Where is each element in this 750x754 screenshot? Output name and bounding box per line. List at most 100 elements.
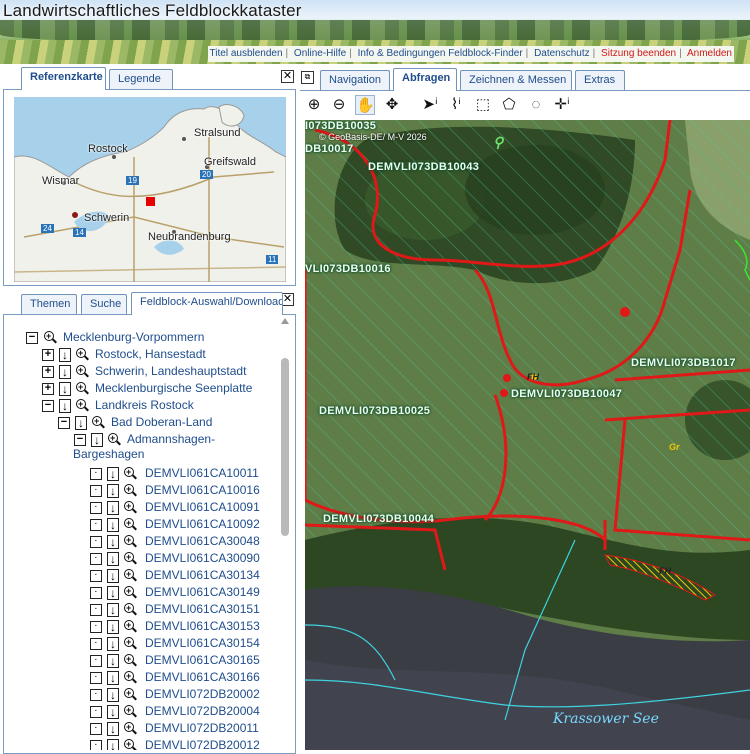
tree-leaf[interactable]: · ↓ DEMVLI061CA30154 [90, 635, 278, 653]
download-icon[interactable]: ↓ [107, 586, 119, 600]
tree-node[interactable]: + ↓ Mecklenburgische Seenplatte [42, 380, 278, 398]
download-icon[interactable]: ↓ [59, 348, 71, 362]
tree-leaf[interactable]: · ↓ DEMVLI072DB20004 [90, 703, 278, 721]
tree-leaf[interactable]: · ↓ DEMVLI061CA30166 [90, 669, 278, 687]
tree-scrollbar[interactable] [280, 318, 291, 750]
feldblock-id-link[interactable]: DEMVLI061CA30149 [145, 585, 260, 600]
scroll-up-icon[interactable] [281, 318, 289, 324]
feldblock-id-link[interactable]: DEMVLI061CA10091 [145, 500, 260, 515]
collapse-icon[interactable]: − [26, 332, 38, 344]
download-icon[interactable]: ↓ [107, 535, 119, 549]
link-online-help[interactable]: Online-Hilfe [294, 48, 346, 59]
tree-node-label[interactable]: Bad Doberan-Land [111, 415, 212, 430]
feldblock-id-link[interactable]: DEMVLI061CA30048 [145, 534, 260, 549]
download-icon[interactable]: ↓ [107, 603, 119, 617]
feldblock-id-link[interactable]: DEMVLI072DB20002 [145, 687, 260, 702]
zoom-to-icon[interactable] [123, 720, 137, 736]
tree-leaf[interactable]: · ↓ DEMVLI061CA30165 [90, 652, 278, 670]
tab-extras[interactable]: Extras [575, 70, 625, 90]
zoom-to-icon[interactable] [123, 686, 137, 702]
zoom-to-icon[interactable] [123, 703, 137, 719]
zoom-to-icon[interactable] [123, 482, 137, 498]
close-icon[interactable]: ✕ [281, 70, 294, 83]
expand-icon[interactable]: + [42, 383, 54, 395]
tree-leaf[interactable]: · ↓ DEMVLI061CA10016 [90, 482, 278, 500]
tree-node[interactable]: −↓ Bad Doberan-Land [58, 414, 278, 432]
link-info-terms[interactable]: Info & Bedingungen Feldblock-Finder [358, 48, 523, 59]
zoom-to-icon[interactable] [123, 584, 137, 600]
expand-icon[interactable]: + [42, 366, 54, 378]
tree-node-label[interactable]: Mecklenburg-Vorpommern [63, 330, 204, 345]
download-icon[interactable]: ↓ [59, 382, 71, 396]
zoom-to-icon[interactable] [123, 618, 137, 634]
download-icon[interactable]: ↓ [59, 399, 71, 413]
tree-leaf[interactable]: · ↓ DEMVLI061CA10011 [90, 465, 278, 483]
zoom-in-icon[interactable]: ⊕ [304, 95, 324, 115]
tree-leaf[interactable]: · ↓ DEMVLI061CA30134 [90, 567, 278, 585]
collapse-icon[interactable]: − [42, 400, 54, 412]
tree-leaf[interactable]: · ↓ DEMVLI072DB20011 [90, 720, 278, 738]
info-coordinate-icon[interactable]: ✛ⁱ [552, 95, 572, 115]
tree-node-label[interactable]: Mecklenburgische Seenplatte [95, 381, 252, 396]
tree-node-label-continued[interactable]: Bargeshagen [73, 447, 144, 464]
tree-leaf[interactable]: · ↓ DEMVLI061CA30151 [90, 601, 278, 619]
download-icon[interactable]: ↓ [107, 722, 119, 736]
tree-node[interactable]: + ↓ Rostock, Hansestadt [42, 346, 278, 364]
feldblock-id-link[interactable]: DEMVLI061CA30166 [145, 670, 260, 685]
feldblock-id-link[interactable]: DEMVLI061CA30153 [145, 619, 260, 634]
tree-node-label[interactable]: Admannshagen- [127, 432, 215, 447]
zoom-to-icon[interactable] [123, 652, 137, 668]
info-rectangle-icon[interactable]: ⬚ [473, 95, 493, 115]
zoom-to-icon[interactable] [107, 431, 121, 447]
tree-leaf[interactable]: · ↓ DEMVLI072DB20002 [90, 686, 278, 704]
map-pin-icon[interactable]: ⚲ [493, 134, 503, 151]
tree-leaf[interactable]: · ↓ DEMVLI061CA30149 [90, 584, 278, 602]
download-icon[interactable]: ↓ [107, 569, 119, 583]
zoom-to-icon[interactable] [43, 329, 57, 345]
tab-suche[interactable]: Suche [81, 294, 127, 314]
zoom-to-icon[interactable] [123, 567, 137, 583]
link-end-session[interactable]: Sitzung beenden [601, 48, 676, 59]
scrollbar-thumb[interactable] [281, 358, 289, 536]
info-line-icon[interactable]: ⌇ⁱ [446, 95, 466, 115]
tree-leaf[interactable]: · ↓ DEMVLI061CA30048 [90, 533, 278, 551]
tab-zeichnen-messen[interactable]: Zeichnen & Messen [460, 70, 572, 90]
zoom-to-icon[interactable] [123, 550, 137, 566]
download-icon[interactable]: ↓ [107, 620, 119, 634]
tab-feldblock-auswahl[interactable]: Feldblock-Auswahl/Download [131, 292, 283, 315]
zoom-to-icon[interactable] [123, 465, 137, 481]
tree-leaf[interactable]: · ↓ DEMVLI061CA10092 [90, 516, 278, 534]
download-icon[interactable]: ↓ [107, 739, 119, 750]
tree-node-label[interactable]: Landkreis Rostock [95, 398, 194, 413]
zoom-to-icon[interactable] [123, 669, 137, 685]
download-icon[interactable]: ↓ [107, 688, 119, 702]
feldblock-id-link[interactable]: DEMVLI061CA10016 [145, 483, 260, 498]
download-icon[interactable]: ↓ [107, 501, 119, 515]
tab-abfragen[interactable]: Abfragen [393, 68, 457, 91]
info-circle-icon[interactable]: ◌ [526, 95, 546, 115]
feldblock-id-link[interactable]: DEMVLI072DB20011 [145, 721, 259, 736]
tab-themen[interactable]: Themen [21, 294, 77, 314]
map-view[interactable]: © GeoBasis-DE/ M-V 2026 I073DB10035 DB10… [305, 120, 750, 750]
download-icon[interactable]: ↓ [59, 365, 71, 379]
tab-referenzkarte[interactable]: Referenzkarte [21, 67, 106, 90]
zoom-out-icon[interactable]: ⊖ [329, 95, 349, 115]
feldblock-id-link[interactable]: DEMVLI061CA10011 [145, 466, 259, 481]
download-icon[interactable]: ↓ [107, 671, 119, 685]
tree-node-label[interactable]: Rostock, Hansestadt [95, 347, 206, 362]
feldblock-id-link[interactable]: DEMVLI061CA30165 [145, 653, 260, 668]
feldblock-id-link[interactable]: DEMVLI072DB20012 [145, 738, 260, 750]
info-polygon-icon[interactable]: ⬠ [499, 95, 519, 115]
zoom-to-icon[interactable] [75, 397, 89, 413]
move-cross-icon[interactable]: ✥ [382, 95, 402, 115]
pan-hand-icon[interactable]: ✋ [355, 95, 375, 115]
tree-leaf[interactable]: · ↓ DEMVLI061CA10091 [90, 499, 278, 517]
download-icon[interactable]: ↓ [107, 705, 119, 719]
tab-navigation[interactable]: Navigation [320, 70, 390, 90]
zoom-to-icon[interactable] [123, 499, 137, 515]
download-icon[interactable]: ↓ [107, 637, 119, 651]
download-icon[interactable]: ↓ [107, 467, 119, 481]
tree-node-label[interactable]: Schwerin, Landeshauptstadt [95, 364, 246, 379]
info-point-icon[interactable]: ➤ⁱ [420, 95, 440, 115]
feldblock-id-link[interactable]: DEMVLI061CA10092 [145, 517, 260, 532]
